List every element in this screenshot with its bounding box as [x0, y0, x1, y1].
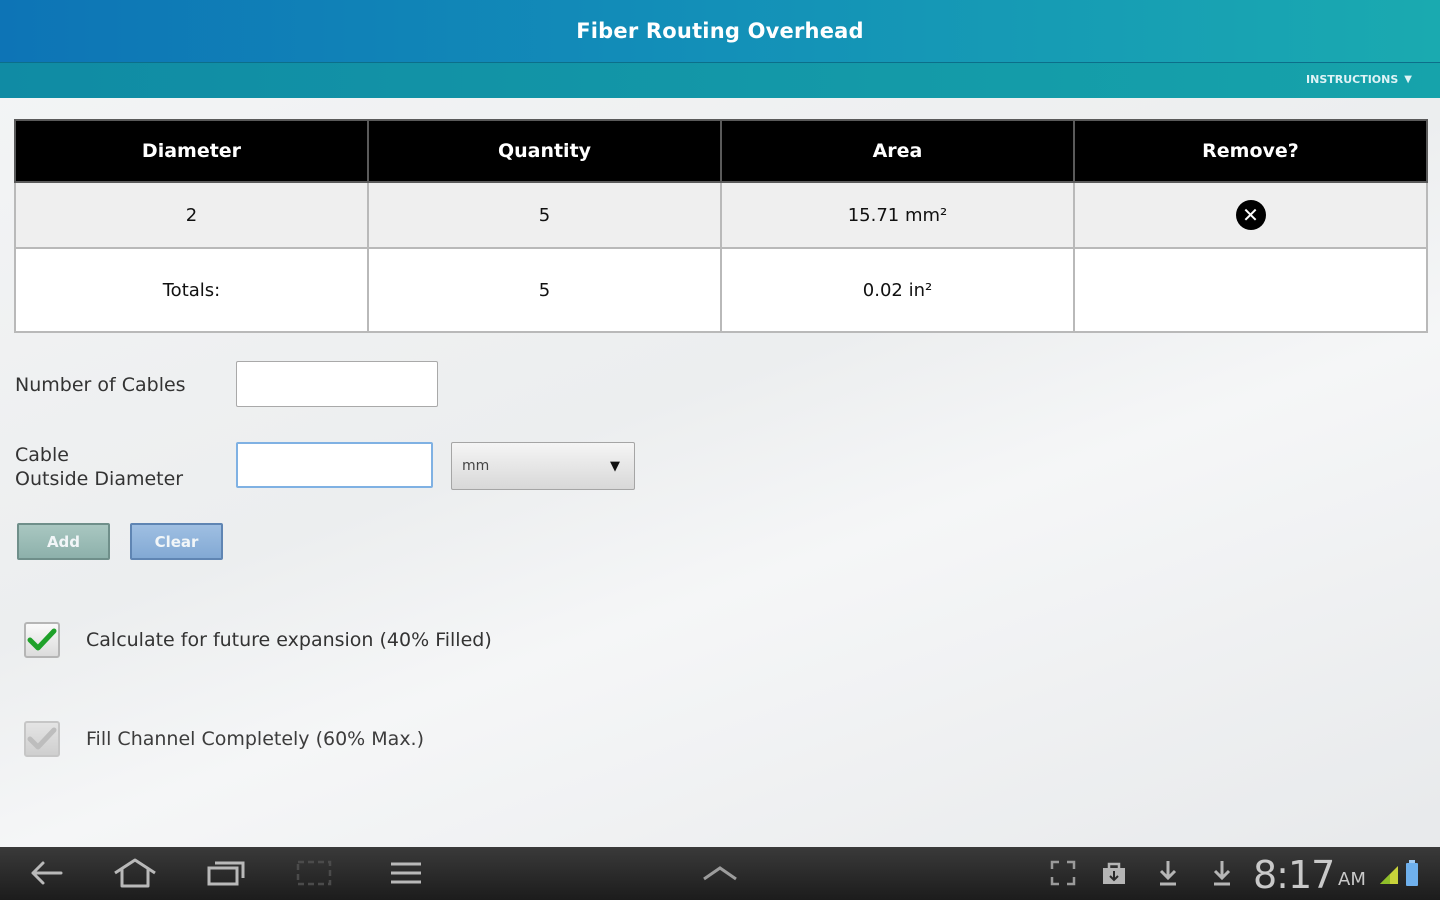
menu-icon[interactable] — [388, 857, 424, 889]
download-icon — [1156, 857, 1180, 889]
column-header-area: Area — [720, 119, 1075, 183]
column-header-remove: Remove? — [1073, 119, 1428, 183]
totals-quantity: 5 — [367, 247, 722, 333]
checkmark-icon — [27, 628, 57, 651]
num-cables-input[interactable] — [236, 361, 438, 407]
instructions-label: INSTRUCTIONS — [1306, 73, 1399, 86]
action-bar: INSTRUCTIONS ▼ — [0, 62, 1440, 98]
cell-remove: ✕ — [1073, 181, 1428, 249]
fill-channel-checkbox[interactable] — [24, 721, 60, 757]
fullscreen-icon — [1048, 857, 1078, 889]
download-icon — [1210, 857, 1234, 889]
clear-button[interactable]: Clear — [130, 523, 223, 560]
totals-label: Totals: — [14, 247, 369, 333]
fill-channel-option[interactable]: Fill Channel Completely (60% Max.) — [24, 721, 424, 757]
unit-select[interactable]: mm ▼ — [451, 442, 635, 490]
wifi-signal-icon — [1378, 857, 1400, 889]
remove-row-icon[interactable]: ✕ — [1235, 200, 1266, 230]
cell-diameter: 2 — [14, 181, 369, 249]
back-icon[interactable] — [28, 857, 64, 889]
num-cables-label: Number of Cables — [15, 374, 186, 396]
clock-ampm: AM — [1338, 869, 1366, 890]
cable-diameter-input[interactable] — [236, 442, 433, 488]
diameter-label-line2: Outside Diameter — [15, 468, 184, 490]
table-row: 2 5 15.71 mm² ✕ — [14, 181, 1428, 249]
title-bar: Fiber Routing Overhead — [0, 0, 1440, 62]
fill-channel-label: Fill Channel Completely (60% Max.) — [86, 728, 425, 750]
page-title: Fiber Routing Overhead — [576, 19, 864, 43]
unit-selected-value: mm — [462, 458, 490, 474]
checkmark-icon — [27, 727, 57, 750]
future-expansion-label: Calculate for future expansion (40% Fill… — [86, 629, 492, 651]
add-button[interactable]: Add — [17, 523, 110, 560]
chevron-up-icon[interactable] — [700, 857, 740, 889]
cell-area: 15.71 mm² — [720, 181, 1075, 249]
recent-apps-icon[interactable] — [206, 857, 246, 889]
cell-quantity: 5 — [367, 181, 722, 249]
screenshot-icon[interactable] — [295, 857, 333, 889]
clock-time: 8:17 — [1253, 853, 1335, 897]
system-navigation-bar: 8:17 AM — [0, 847, 1440, 900]
dropdown-caret-icon: ▼ — [610, 458, 620, 474]
instructions-menu[interactable]: INSTRUCTIONS ▼ — [1306, 73, 1412, 86]
future-expansion-option[interactable]: Calculate for future expansion (40% Fill… — [24, 622, 492, 658]
battery-icon — [1404, 857, 1420, 889]
totals-row: Totals: 5 0.02 in² — [14, 247, 1428, 333]
totals-empty-cell — [1073, 247, 1428, 333]
store-bag-icon — [1100, 857, 1128, 889]
home-icon[interactable] — [112, 857, 158, 889]
column-header-quantity: Quantity — [367, 119, 722, 183]
totals-area: 0.02 in² — [720, 247, 1075, 333]
table-header-row: Diameter Quantity Area Remove? — [14, 119, 1428, 183]
caret-down-icon: ▼ — [1404, 74, 1412, 85]
column-header-diameter: Diameter — [14, 119, 369, 183]
cable-table: Diameter Quantity Area Remove? 2 5 15.71… — [14, 119, 1428, 333]
future-expansion-checkbox[interactable] — [24, 622, 60, 658]
diameter-label-line1: Cable — [15, 444, 69, 466]
